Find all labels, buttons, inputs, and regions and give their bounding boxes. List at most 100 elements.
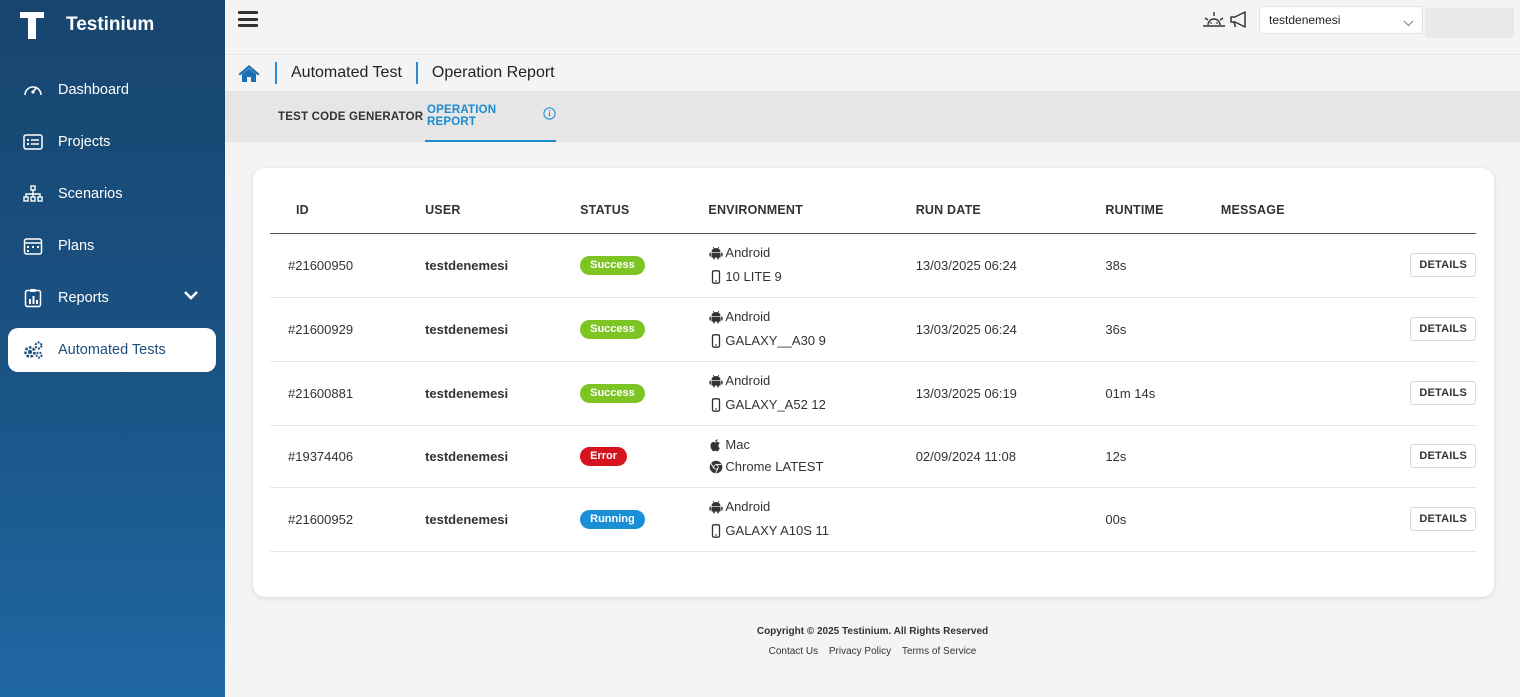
- mobile-phone-icon: [708, 270, 724, 284]
- calendar-icon: [22, 235, 44, 257]
- sitemap-icon: [22, 183, 44, 205]
- footer: Copyright © 2025 Testinium. All Rights R…: [225, 626, 1520, 657]
- apple-icon: [708, 438, 724, 452]
- environment-os: Android: [725, 309, 771, 324]
- environment-os: Android: [725, 373, 771, 388]
- details-button[interactable]: DETAILS: [1410, 253, 1476, 277]
- message: [1220, 425, 1342, 488]
- privacy-policy-link[interactable]: Privacy Policy: [829, 646, 891, 657]
- sidebar-item-label: Reports: [58, 290, 109, 306]
- android-icon: [708, 246, 724, 260]
- operation-report-card: ID USER STATUS ENVIRONMENT RUN DATE RUNT…: [253, 168, 1494, 597]
- breadcrumb-separator: [275, 62, 277, 84]
- mobile-phone-icon: [708, 334, 724, 348]
- environment-device: 10 LITE 9: [725, 269, 782, 284]
- table-row: #21600952 testdenemesi Running Android G…: [270, 487, 1476, 552]
- run-date: 13/03/2025 06:19: [915, 361, 1106, 426]
- column-header-user: USER: [425, 188, 581, 234]
- message: [1220, 297, 1342, 362]
- home-icon[interactable]: [237, 63, 261, 83]
- breadcrumb-automated-test[interactable]: Automated Test: [291, 64, 402, 82]
- details-button[interactable]: DETAILS: [1410, 444, 1476, 468]
- run-id: #21600929: [270, 297, 426, 362]
- environment-cell: Mac Chrome LATEST: [708, 425, 916, 488]
- menu-toggle-icon[interactable]: [238, 11, 258, 27]
- message: [1220, 361, 1342, 426]
- android-icon: [708, 500, 724, 514]
- table-row: #21600929 testdenemesi Success Android G…: [270, 297, 1476, 362]
- tab-bar: TEST CODE GENERATOR OPERATION REPORT: [225, 91, 1520, 142]
- details-button[interactable]: DETAILS: [1410, 317, 1476, 341]
- sidebar-item-reports[interactable]: Reports: [0, 276, 225, 320]
- environment-device: GALAXY_A52 12: [725, 397, 826, 412]
- chrome-icon: [708, 460, 724, 474]
- status-badge: Success: [580, 383, 645, 403]
- sidebar-item-label: Dashboard: [58, 82, 129, 98]
- column-header-id: ID: [270, 188, 426, 234]
- breadcrumb-operation-report: Operation Report: [431, 64, 555, 81]
- status-badge: Running: [580, 509, 645, 529]
- table-row: #21600950 testdenemesi Success Android 1…: [270, 233, 1476, 298]
- dashboard-gauge-icon: [22, 79, 44, 101]
- info-icon[interactable]: [543, 107, 556, 120]
- runtime: 01m 14s: [1105, 361, 1221, 426]
- status-badge: Success: [580, 255, 645, 275]
- megaphone-icon[interactable]: [1229, 11, 1247, 34]
- run-id: #21600881: [270, 361, 426, 426]
- run-user: testdenemesi: [425, 425, 581, 488]
- mobile-phone-icon: [708, 398, 724, 412]
- environment-browser: Chrome LATEST: [725, 459, 824, 474]
- tab-operation-report[interactable]: OPERATION REPORT: [425, 91, 556, 142]
- sidebar-item-label: Automated Tests: [58, 342, 166, 358]
- column-header-run-date: RUN DATE: [915, 188, 1106, 234]
- environment-cell: Android 10 LITE 9: [708, 233, 916, 298]
- message: [1220, 233, 1342, 298]
- sidebar-item-projects[interactable]: Projects: [0, 120, 225, 164]
- run-id: #21600952: [270, 487, 426, 552]
- runtime: 38s: [1105, 233, 1221, 298]
- environment-cell: Android GALAXY__A30 9: [708, 297, 916, 362]
- column-header-status: STATUS: [580, 188, 709, 234]
- sidebar-nav: Dashboard Projects Scenarios Plans Repor…: [0, 68, 225, 380]
- table-row: #21600881 testdenemesi Success Android G…: [270, 361, 1476, 426]
- brand[interactable]: Testinium: [20, 10, 154, 40]
- run-date: [915, 487, 1106, 552]
- column-header-actions: [1341, 188, 1476, 234]
- details-button[interactable]: DETAILS: [1410, 507, 1476, 531]
- android-icon: [708, 310, 724, 324]
- status-badge: Error: [580, 446, 628, 466]
- sunrise-icon[interactable]: [1202, 10, 1226, 33]
- contact-us-link[interactable]: Contact Us: [769, 646, 818, 657]
- environment-device: GALAXY__A30 9: [725, 333, 826, 348]
- environment-cell: Android GALAXY_A52 12: [708, 361, 916, 426]
- run-user: testdenemesi: [425, 361, 581, 426]
- brand-name: Testinium: [66, 14, 155, 35]
- sidebar-item-plans[interactable]: Plans: [0, 224, 225, 268]
- sidebar-item-label: Scenarios: [58, 186, 123, 202]
- terms-of-service-link[interactable]: Terms of Service: [902, 646, 976, 657]
- column-header-environment: ENVIRONMENT: [708, 188, 916, 234]
- sidebar-item-dashboard[interactable]: Dashboard: [0, 68, 225, 112]
- tab-label: OPERATION REPORT: [427, 103, 497, 128]
- runtime: 36s: [1105, 297, 1221, 362]
- environment-device: GALAXY A10S 11: [725, 523, 829, 538]
- chevron-down-icon[interactable]: [183, 288, 199, 306]
- column-header-message: MESSAGE: [1220, 188, 1342, 234]
- android-icon: [708, 374, 724, 388]
- environment-os: Android: [725, 245, 771, 260]
- sidebar-item-automated-tests[interactable]: Automated Tests: [8, 328, 216, 372]
- project-select[interactable]: testdenemesi: [1259, 6, 1423, 34]
- run-user: testdenemesi: [425, 297, 581, 362]
- user-menu[interactable]: [1425, 8, 1514, 38]
- project-select-value: testdenemesi: [1269, 13, 1341, 27]
- tab-test-code-generator[interactable]: TEST CODE GENERATOR: [278, 91, 423, 142]
- run-user: testdenemesi: [425, 233, 581, 298]
- message: [1220, 487, 1342, 552]
- sidebar-item-scenarios[interactable]: Scenarios: [0, 172, 225, 216]
- status-badge: Success: [580, 319, 645, 339]
- details-button[interactable]: DETAILS: [1410, 381, 1476, 405]
- tab-label: TEST CODE GENERATOR: [278, 110, 424, 123]
- run-date: 02/09/2024 11:08: [915, 425, 1106, 488]
- table-header-row: ID USER STATUS ENVIRONMENT RUN DATE RUNT…: [270, 188, 1476, 234]
- run-id: #21600950: [270, 233, 426, 298]
